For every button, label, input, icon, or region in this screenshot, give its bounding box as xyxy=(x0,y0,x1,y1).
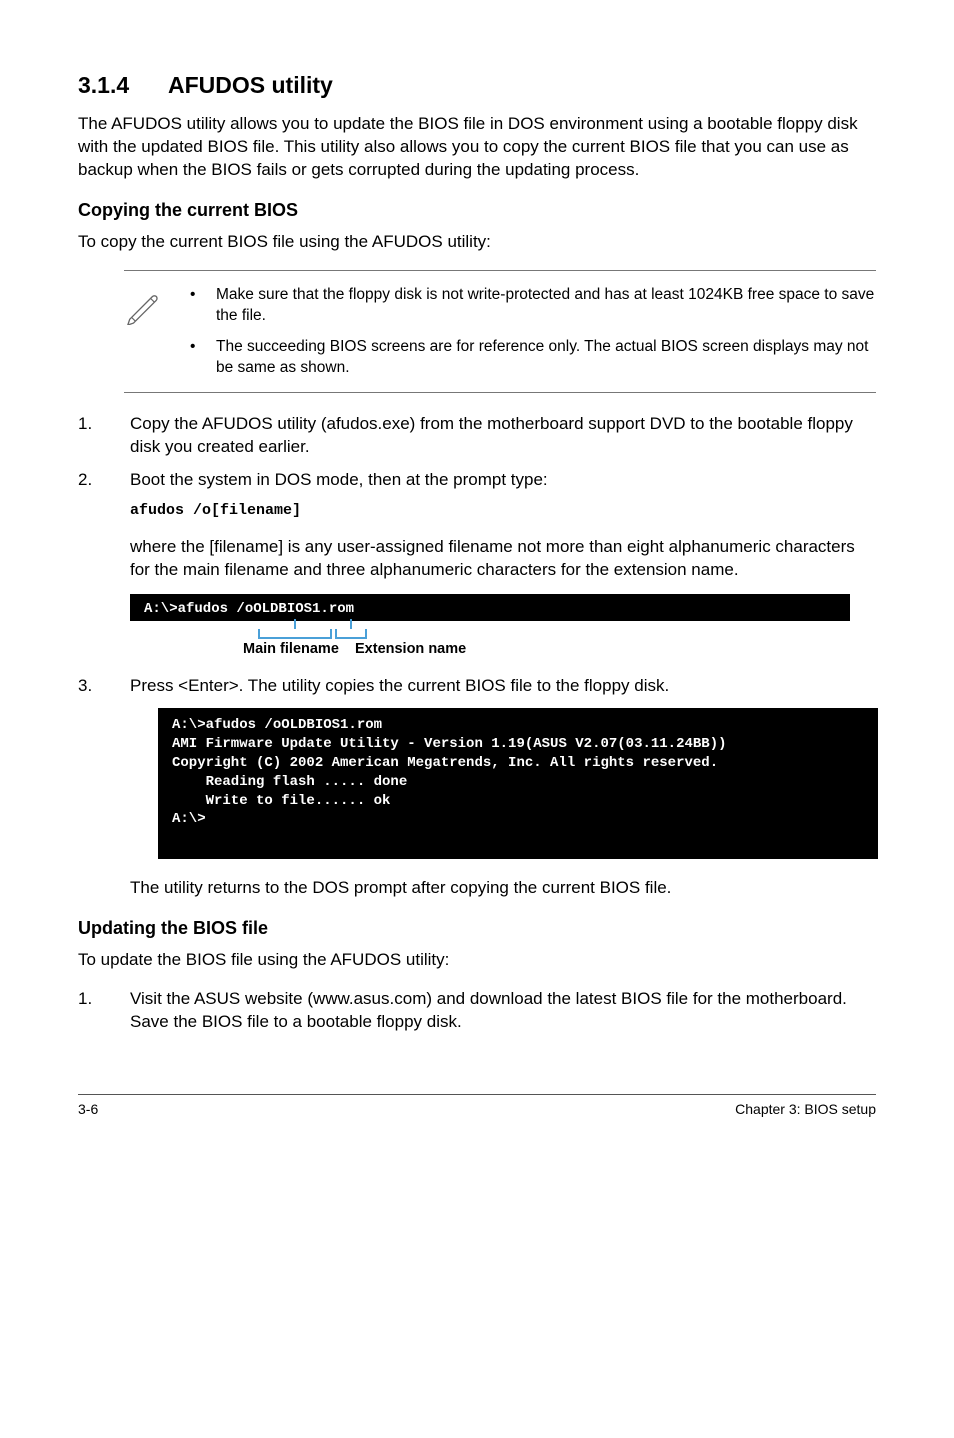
page-footer: 3-6 Chapter 3: BIOS setup xyxy=(78,1094,876,1117)
note-list: • Make sure that the floppy disk is not … xyxy=(190,285,876,379)
copying-heading: Copying the current BIOS xyxy=(78,200,876,221)
intro-paragraph: The AFUDOS utility allows you to update … xyxy=(78,113,876,182)
where-paragraph: where the [filename] is any user-assigne… xyxy=(130,536,876,582)
extension-name-label: Extension name xyxy=(355,641,466,657)
step-text: Boot the system in DOS mode, then at the… xyxy=(130,469,876,492)
page-number: 3-6 xyxy=(78,1101,98,1117)
step-item: 1. Copy the AFUDOS utility (afudos.exe) … xyxy=(78,413,876,459)
step-number: 1. xyxy=(78,413,102,459)
note-box: • Make sure that the floppy disk is not … xyxy=(124,270,876,394)
bullet-dot: • xyxy=(190,285,196,327)
note-item: • Make sure that the floppy disk is not … xyxy=(190,285,876,327)
step-number: 2. xyxy=(78,469,102,492)
terminal-output-1: A:\>afudos /oOLDBIOS1.rom xyxy=(130,594,850,621)
filename-labels: Main filename Extension name xyxy=(130,641,850,661)
section-number: 3.1.4 xyxy=(78,72,168,99)
note-text: The succeeding BIOS screens are for refe… xyxy=(216,337,876,379)
filename-brackets xyxy=(130,629,850,641)
bullet-dot: • xyxy=(190,337,196,379)
pencil-icon xyxy=(124,285,162,379)
step-item: 1. Visit the ASUS website (www.asus.com)… xyxy=(78,988,876,1034)
step-text: Visit the ASUS website (www.asus.com) an… xyxy=(130,988,876,1034)
copying-lead: To copy the current BIOS file using the … xyxy=(78,231,876,254)
steps-list-b: 1. Visit the ASUS website (www.asus.com)… xyxy=(78,988,876,1034)
note-text: Make sure that the floppy disk is not wr… xyxy=(216,285,876,327)
updating-heading: Updating the BIOS file xyxy=(78,918,876,939)
section-title-text: AFUDOS utility xyxy=(168,72,333,98)
step-item: 2. Boot the system in DOS mode, then at … xyxy=(78,469,876,492)
updating-lead: To update the BIOS file using the AFUDOS… xyxy=(78,949,876,972)
command-line: afudos /o[filename] xyxy=(130,502,876,519)
terminal-output-2: A:\>afudos /oOLDBIOS1.rom AMI Firmware U… xyxy=(158,708,878,859)
step-number: 3. xyxy=(78,675,102,698)
step-text: Press <Enter>. The utility copies the cu… xyxy=(130,675,876,698)
steps-list-continue: 3. Press <Enter>. The utility copies the… xyxy=(78,675,876,698)
step-number: 1. xyxy=(78,988,102,1034)
step-item: 3. Press <Enter>. The utility copies the… xyxy=(78,675,876,698)
steps-list-a: 1. Copy the AFUDOS utility (afudos.exe) … xyxy=(78,413,876,492)
main-filename-label: Main filename xyxy=(243,641,339,657)
note-item: • The succeeding BIOS screens are for re… xyxy=(190,337,876,379)
section-heading: 3.1.4AFUDOS utility xyxy=(78,72,876,99)
after-terminal-paragraph: The utility returns to the DOS prompt af… xyxy=(130,877,876,900)
chapter-label: Chapter 3: BIOS setup xyxy=(735,1101,876,1117)
step-text: Copy the AFUDOS utility (afudos.exe) fro… xyxy=(130,413,876,459)
